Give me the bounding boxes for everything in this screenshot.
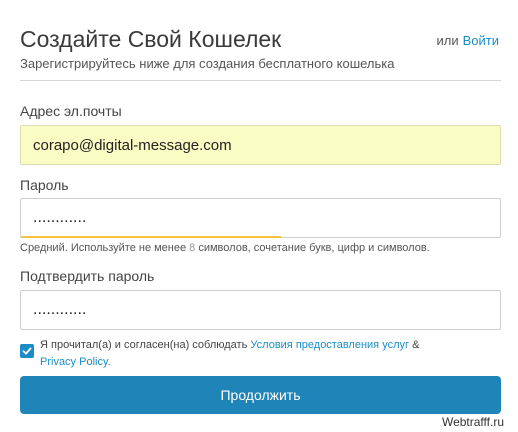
password-label: Пароль	[20, 177, 69, 193]
confirm-password-field[interactable]	[20, 290, 501, 330]
login-prefix: или	[436, 33, 459, 48]
terms-line-1: Я прочитал(а) и согласен(на) соблюдать У…	[40, 339, 419, 351]
confirm-password-label: Подтвердить пароль	[20, 268, 155, 284]
page-title: Создайте Свой Кошелек	[20, 26, 282, 52]
login-prompt: или Войти	[437, 33, 500, 48]
page-subtitle: Зарегистрируйтесь ниже для создания бесп…	[20, 56, 395, 71]
terms-line-2: Privacy Policy.	[40, 356, 111, 368]
password-strength-bar	[21, 236, 281, 238]
email-field[interactable]	[20, 125, 501, 165]
terms-ampersand: &	[412, 339, 420, 351]
password-hint-rest: символов, сочетание букв, цифр и символо…	[195, 242, 430, 254]
password-hint-text: Средний. Используйте не менее	[20, 242, 190, 254]
continue-button[interactable]: Продолжить	[20, 376, 501, 414]
checkmark-icon	[22, 347, 32, 355]
login-link[interactable]: Войти	[463, 33, 499, 48]
terms-checkbox[interactable]	[20, 344, 34, 358]
header-divider	[20, 80, 501, 81]
privacy-policy-link[interactable]: Privacy Policy.	[40, 356, 111, 368]
watermark: Webtrafff.ru	[441, 415, 504, 429]
password-hint: Средний. Используйте не менее 8 символов…	[20, 242, 430, 254]
password-field[interactable]	[20, 198, 501, 238]
email-label: Адрес эл.почты	[20, 103, 122, 119]
terms-of-service-link[interactable]: Условия предоставления услуг	[250, 339, 409, 351]
terms-text: Я прочитал(а) и согласен(на) соблюдать	[40, 339, 248, 351]
